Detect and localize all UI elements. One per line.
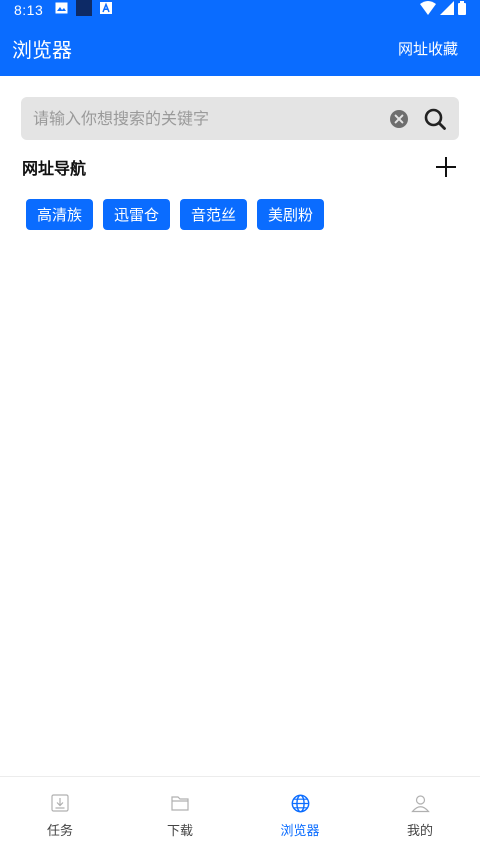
chip-site-1[interactable]: 迅雷仓 bbox=[103, 199, 171, 230]
folder-icon bbox=[170, 793, 190, 813]
page-title: 浏览器 bbox=[12, 37, 72, 62]
tab-downloads-label: 下载 bbox=[166, 824, 193, 839]
site-nav-chips: 高清族 迅雷仓 音范丝 美剧粉 bbox=[26, 199, 325, 230]
download-tray-icon bbox=[50, 793, 70, 813]
tab-profile[interactable]: 我的 bbox=[360, 777, 480, 848]
clear-icon[interactable] bbox=[389, 109, 409, 129]
user-icon bbox=[410, 793, 430, 813]
battery-icon bbox=[458, 1, 466, 19]
wifi-icon bbox=[420, 1, 436, 19]
add-icon[interactable] bbox=[434, 155, 458, 179]
chip-site-3[interactable]: 美剧粉 bbox=[257, 199, 325, 230]
tab-browser-label: 浏览器 bbox=[280, 824, 320, 839]
app-bar: 浏览器 网址收藏 bbox=[0, 20, 480, 76]
tab-tasks-label: 任务 bbox=[46, 824, 73, 839]
chip-site-2[interactable]: 音范丝 bbox=[180, 199, 248, 230]
system-icons bbox=[420, 1, 466, 19]
status-bar: 8:13 bbox=[0, 0, 480, 20]
globe-icon bbox=[290, 793, 310, 813]
bottom-nav: 任务 下载 浏览器 我的 bbox=[0, 776, 480, 848]
search-icon[interactable] bbox=[423, 107, 447, 131]
tab-profile-label: 我的 bbox=[406, 824, 433, 839]
image-icon bbox=[55, 2, 68, 18]
tab-downloads[interactable]: 下载 bbox=[120, 777, 240, 848]
cell-signal-icon bbox=[440, 1, 454, 19]
chip-site-0[interactable]: 高清族 bbox=[26, 199, 94, 230]
tab-tasks[interactable]: 任务 bbox=[0, 777, 120, 848]
bookmarks-button[interactable]: 网址收藏 bbox=[388, 32, 468, 65]
a-icon bbox=[100, 2, 113, 18]
search-input[interactable] bbox=[33, 109, 389, 128]
search-bar bbox=[21, 97, 459, 140]
status-time: 8:13 bbox=[14, 2, 44, 18]
square-icon bbox=[76, 0, 93, 20]
section-title: 网址导航 bbox=[22, 159, 87, 178]
section-header: 网址导航 bbox=[22, 152, 458, 182]
tab-browser[interactable]: 浏览器 bbox=[240, 777, 360, 848]
notification-icons bbox=[55, 0, 113, 20]
